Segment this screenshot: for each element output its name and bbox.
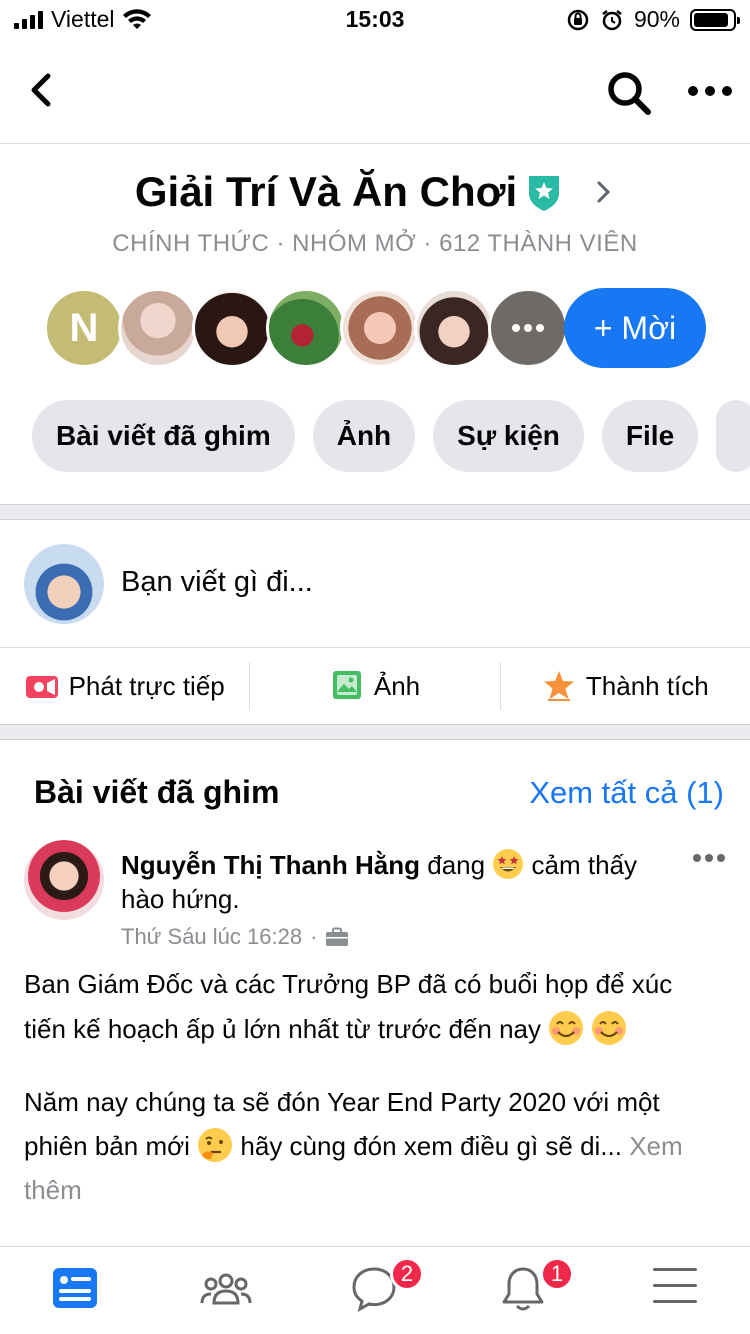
tab-feed[interactable] (52, 1265, 102, 1315)
post-paragraph: Ban Giám Đốc và các Trưởng BP đã có buổi… (24, 962, 704, 1052)
feeling-prefix: đang (427, 850, 486, 880)
tab-messages[interactable]: 2 (350, 1257, 424, 1315)
invite-button[interactable]: + Mời (564, 288, 706, 368)
avatar[interactable] (118, 288, 198, 368)
status-right: 90% (566, 6, 740, 33)
group-title: Giải Trí Và Ăn Chơi (134, 168, 518, 215)
photo-icon (332, 671, 361, 699)
live-video-button[interactable]: Phát trực tiếp (0, 662, 251, 710)
achievement-star-icon (543, 671, 574, 701)
work-briefcase-icon (326, 927, 349, 946)
avatar[interactable] (414, 288, 494, 368)
avatar[interactable] (192, 288, 272, 368)
group-tabs: Bài viết đã ghim Ảnh Sự kiện File (32, 400, 750, 472)
verified-shield-icon (529, 176, 560, 211)
battery-fill (694, 12, 729, 27)
see-all-link[interactable]: Xem tất cả (1) (529, 775, 724, 811)
avatar[interactable] (266, 288, 346, 368)
hamburger-menu-icon (653, 1268, 697, 1303)
chip-pinned-posts[interactable]: Bài viết đã ghim (32, 400, 295, 472)
photo-label: Ảnh (373, 670, 421, 701)
messages-badge: 2 (390, 1257, 424, 1291)
orientation-lock-icon (567, 9, 589, 30)
meta-separator: · (310, 924, 318, 949)
avatar-initial: N (69, 305, 99, 350)
post-meta: Thứ Sáu lúc 16:28 · (121, 924, 349, 950)
post-body: Ban Giám Đốc và các Trưởng BP đã có buổi… (24, 962, 704, 1240)
photo-button[interactable]: Ảnh (250, 662, 501, 710)
chip-photos[interactable]: Ảnh (312, 400, 416, 472)
tab-notifications[interactable]: 1 (500, 1257, 574, 1315)
composer-prompt[interactable]: Bạn viết gì đi... (121, 566, 313, 599)
user-avatar (24, 544, 104, 624)
chip-files[interactable]: File (601, 400, 699, 472)
avatar[interactable]: N (44, 288, 124, 368)
nav-bar (0, 40, 750, 144)
tab-groups[interactable] (200, 1265, 252, 1315)
group-meta: CHÍNH THỨC · NHÓM MỞ · 612 THÀNH VIÊN (112, 230, 638, 257)
thinking-emoji-icon (198, 1128, 233, 1162)
chip-more[interactable] (716, 400, 750, 472)
star-struck-emoji-icon (493, 849, 524, 879)
composer-actions: Phát trực tiếp Ảnh Thành tích (0, 648, 750, 724)
pinned-title: Bài viết đã ghim (34, 774, 280, 810)
battery-icon (690, 8, 740, 31)
more-options-icon[interactable] (686, 76, 734, 106)
post-options-icon[interactable] (692, 852, 726, 864)
smiling-emoji-icon (549, 1011, 584, 1045)
bottom-tab-bar: 2 1 (0, 1246, 750, 1334)
avatar-more[interactable] (488, 288, 568, 368)
chevron-right-icon (597, 181, 611, 203)
search-icon[interactable] (606, 70, 652, 116)
news-feed-icon (53, 1268, 97, 1308)
live-video-label: Phát trực tiếp (68, 670, 225, 701)
section-divider (0, 504, 750, 520)
status-bar: Viettel 15:03 90% (0, 0, 750, 40)
battery-percent: 90% (633, 6, 680, 32)
notifications-badge: 1 (540, 1257, 574, 1291)
more-members-icon (512, 324, 544, 332)
author-avatar[interactable] (24, 840, 104, 920)
post-composer[interactable]: Bạn viết gì đi... (0, 520, 750, 648)
groups-icon (200, 1273, 252, 1305)
pinned-section-header: Bài viết đã ghim Xem tất cả (1) (34, 774, 724, 811)
smiling-emoji-icon (592, 1011, 627, 1045)
back-chevron-icon[interactable] (22, 70, 62, 110)
post-header: Nguyễn Thị Thanh Hằng đang cảm thấy hào … (121, 848, 661, 916)
post-paragraph-2b: hãy cùng đón xem điều gì sẽ di... (240, 1131, 622, 1161)
tab-menu[interactable] (652, 1265, 702, 1315)
section-divider (0, 724, 750, 740)
author-name[interactable]: Nguyễn Thị Thanh Hằng (121, 850, 420, 880)
live-video-icon (25, 676, 58, 698)
achievement-label: Thành tích (585, 670, 709, 701)
avatar[interactable] (340, 288, 420, 368)
chip-events[interactable]: Sự kiện (433, 400, 584, 472)
post-time[interactable]: Thứ Sáu lúc 16:28 (121, 924, 302, 950)
achievement-button[interactable]: Thành tích (501, 662, 750, 710)
group-title-row[interactable]: Giải Trí Và Ăn Chơi (0, 162, 750, 222)
alarm-icon (602, 9, 622, 30)
post-paragraph: Năm nay chúng ta sẽ đón Year End Party 2… (24, 1080, 704, 1212)
